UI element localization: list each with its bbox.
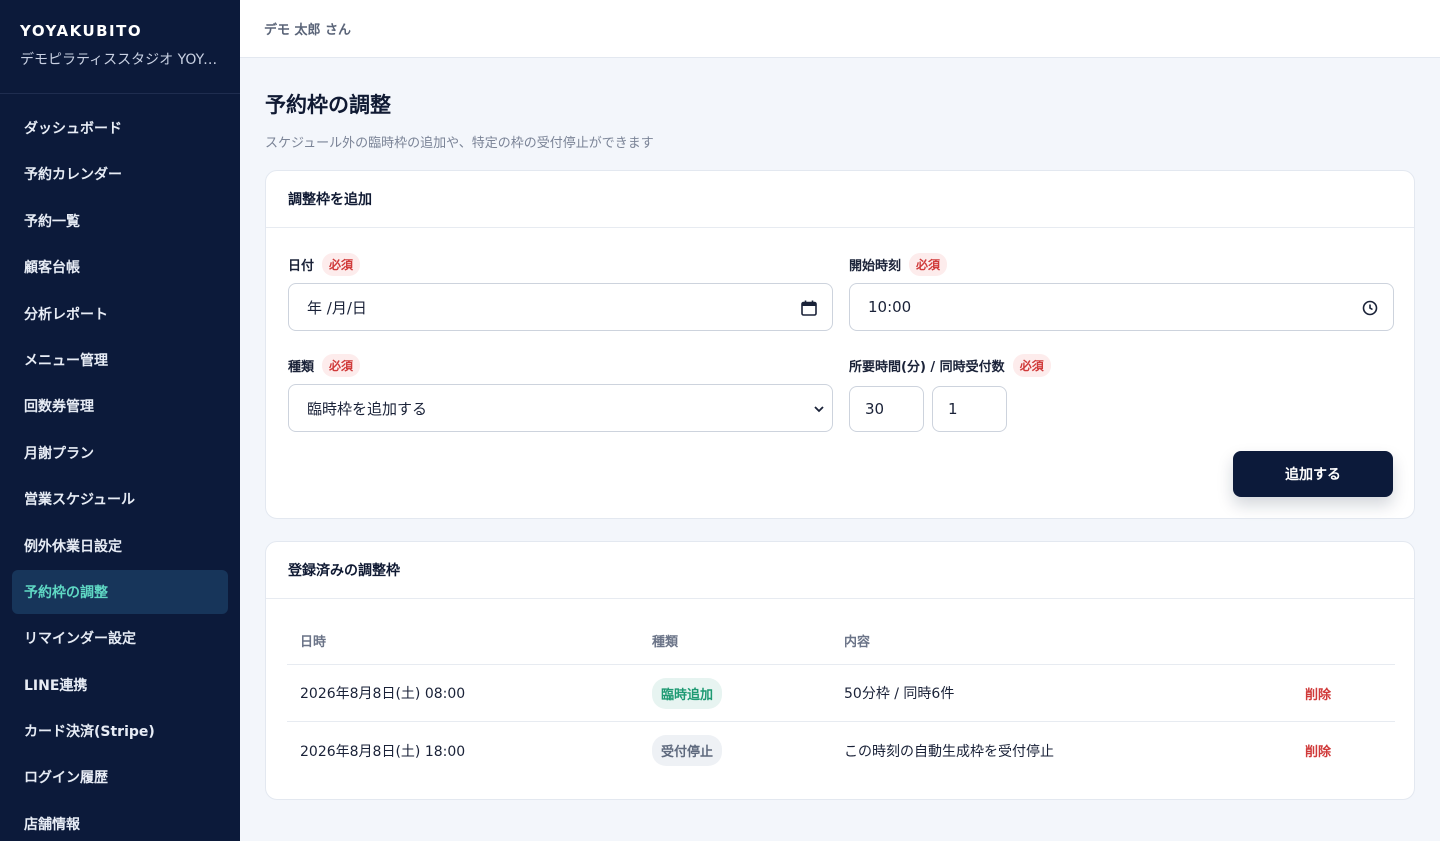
row-type-cell: 受付停止 — [652, 735, 844, 766]
start-time-value: 10:00 — [868, 298, 912, 316]
page-title: 予約枠の調整 — [265, 93, 391, 117]
brand-store-name: デモピラティススタジオ YOYAKUBITO — [20, 52, 222, 68]
clock-icon[interactable] — [1361, 299, 1379, 317]
start-time-label-text: 開始時刻 — [849, 259, 902, 274]
date-label-text: 日付 — [288, 259, 315, 274]
registered-slots-heading: 登録済みの調整枠 — [266, 542, 1414, 599]
sidebar-item-label: LINE連携 — [24, 677, 88, 694]
brand-title: YOYAKUBITO — [20, 22, 143, 40]
row-content: この時刻の自動生成枠を受付停止 — [844, 743, 1054, 760]
table-header: 日時 種類 内容 — [287, 617, 1395, 665]
sidebar-item-slot-adjust[interactable]: 予約枠の調整 — [12, 569, 228, 614]
sidebar-item-label: 予約一覧 — [24, 213, 80, 230]
duration-capacity-label: 所要時間(分) / 同時受付数 必須 — [849, 354, 1051, 377]
sidebar-item-menu[interactable]: メニュー管理 — [12, 338, 228, 382]
column-header-content: 内容 — [844, 635, 871, 650]
type-badge: 受付停止 — [652, 735, 723, 766]
sidebar-item-reservations[interactable]: 予約一覧 — [12, 199, 228, 243]
add-slot-button[interactable]: 追加する — [1233, 451, 1393, 497]
brand: YOYAKUBITO デモピラティススタジオ YOYAKUBITO — [0, 0, 240, 94]
column-header-datetime: 日時 — [300, 635, 327, 650]
capacity-value: 1 — [948, 400, 958, 418]
sidebar-item-reminders[interactable]: リマインダー設定 — [12, 616, 228, 660]
sidebar-item-label: 例外休業日設定 — [24, 538, 122, 555]
duration-value: 30 — [865, 400, 885, 418]
sidebar-item-monthly-plans[interactable]: 月謝プラン — [12, 431, 228, 475]
required-badge: 必須 — [322, 253, 361, 276]
sidebar-item-label: 予約カレンダー — [24, 167, 122, 184]
type-select-value: 臨時枠を追加する — [307, 399, 428, 418]
type-label-text: 種類 — [288, 360, 315, 375]
sidebar-item-label: リマインダー設定 — [24, 631, 136, 648]
duration-input[interactable]: 30 — [849, 386, 924, 432]
table-row: 2026年8月8日(土) 18:00 受付停止 この時刻の自動生成枠を受付停止 … — [287, 722, 1395, 779]
calendar-icon[interactable] — [800, 299, 818, 317]
sidebar-item-label: 月謝プラン — [24, 445, 94, 462]
sidebar-item-customers[interactable]: 顧客台帳 — [12, 245, 228, 289]
delete-button[interactable]: 削除 — [1305, 688, 1331, 703]
registered-slots-table: 日時 種類 内容 2026年8月8日(土) 08:00 臨時追加 50分枠 / … — [287, 617, 1395, 779]
sidebar-item-tickets[interactable]: 回数券管理 — [12, 384, 228, 428]
required-badge: 必須 — [1012, 354, 1051, 377]
row-datetime: 2026年8月8日(土) 08:00 — [300, 686, 466, 702]
sidebar-item-login-history[interactable]: ログイン履歴 — [12, 755, 228, 799]
type-label: 種類 必須 — [288, 354, 361, 377]
page-description: スケジュール外の臨時枠の追加や、特定の枠の受付停止ができます — [265, 136, 654, 151]
sidebar-item-label: 店舗情報 — [24, 816, 80, 833]
type-badge: 臨時追加 — [652, 677, 723, 709]
sidebar-item-label: 回数券管理 — [24, 399, 94, 416]
type-select[interactable]: 臨時枠を追加する — [288, 384, 833, 432]
capacity-input[interactable]: 1 — [932, 386, 1007, 432]
sidebar-item-label: 分析レポート — [24, 306, 108, 323]
table-row: 2026年8月8日(土) 08:00 臨時追加 50分枠 / 同時6件 削除 — [287, 665, 1395, 722]
date-input[interactable]: 年 /月/日 — [288, 283, 833, 331]
chevron-down-icon — [814, 406, 824, 413]
sidebar-item-calendar[interactable]: 予約カレンダー — [12, 152, 228, 196]
row-datetime: 2026年8月8日(土) 18:00 — [300, 743, 466, 760]
sidebar-nav: ダッシュボード 予約カレンダー 予約一覧 顧客台帳 分析レポート メニュー管理 … — [0, 94, 240, 841]
sidebar-item-business-schedule[interactable]: 営業スケジュール — [12, 477, 228, 521]
sidebar-item-label: ダッシュボード — [24, 121, 122, 137]
sidebar-item-label: メニュー管理 — [24, 352, 108, 369]
sidebar-item-line[interactable]: LINE連携 — [12, 663, 228, 707]
sidebar-item-holidays[interactable]: 例外休業日設定 — [12, 524, 228, 568]
row-content: 50分枠 / 同時6件 — [844, 686, 955, 702]
required-badge: 必須 — [322, 354, 361, 377]
sidebar-item-dashboard[interactable]: ダッシュボード — [12, 106, 228, 150]
main-content: 予約枠の調整 スケジュール外の臨時枠の追加や、特定の枠の受付停止ができます 調整… — [240, 58, 1440, 841]
current-user: デモ 太郎 さん — [264, 23, 352, 38]
sidebar-item-store-info[interactable]: 店舗情報 — [12, 802, 228, 841]
required-badge: 必須 — [909, 253, 948, 276]
add-slot-heading: 調整枠を追加 — [266, 171, 1414, 228]
row-action-cell: 削除 — [1305, 684, 1395, 703]
sidebar-item-label: カード決済(Stripe) — [24, 724, 155, 741]
duration-capacity-label-text: 所要時間(分) / 同時受付数 — [849, 360, 1005, 375]
sidebar-item-label: 営業スケジュール — [24, 492, 136, 509]
sidebar-item-label: ログイン履歴 — [24, 770, 108, 787]
column-header-type: 種類 — [652, 635, 679, 650]
sidebar-item-stripe[interactable]: カード決済(Stripe) — [12, 709, 228, 753]
sidebar-item-label: 予約枠の調整 — [24, 584, 108, 601]
sidebar-item-reports[interactable]: 分析レポート — [12, 292, 228, 336]
add-slot-card: 調整枠を追加 日付 必須 年 /月/日 開始時刻 必須 10:00 種類 必須 … — [265, 170, 1415, 519]
row-type-cell: 臨時追加 — [652, 677, 844, 709]
start-time-input[interactable]: 10:00 — [849, 283, 1394, 331]
start-time-label: 開始時刻 必須 — [849, 253, 948, 276]
sidebar-item-label: 顧客台帳 — [24, 260, 80, 277]
sidebar: YOYAKUBITO デモピラティススタジオ YOYAKUBITO ダッシュボー… — [0, 0, 240, 841]
registered-slots-card: 登録済みの調整枠 日時 種類 内容 2026年8月8日(土) 08:00 臨時追… — [265, 541, 1415, 800]
date-input-value: 年 /月/日 — [307, 298, 367, 317]
delete-button[interactable]: 削除 — [1305, 745, 1331, 760]
topbar: デモ 太郎 さん — [240, 0, 1440, 58]
row-action-cell: 削除 — [1305, 741, 1395, 760]
date-label: 日付 必須 — [288, 253, 361, 276]
